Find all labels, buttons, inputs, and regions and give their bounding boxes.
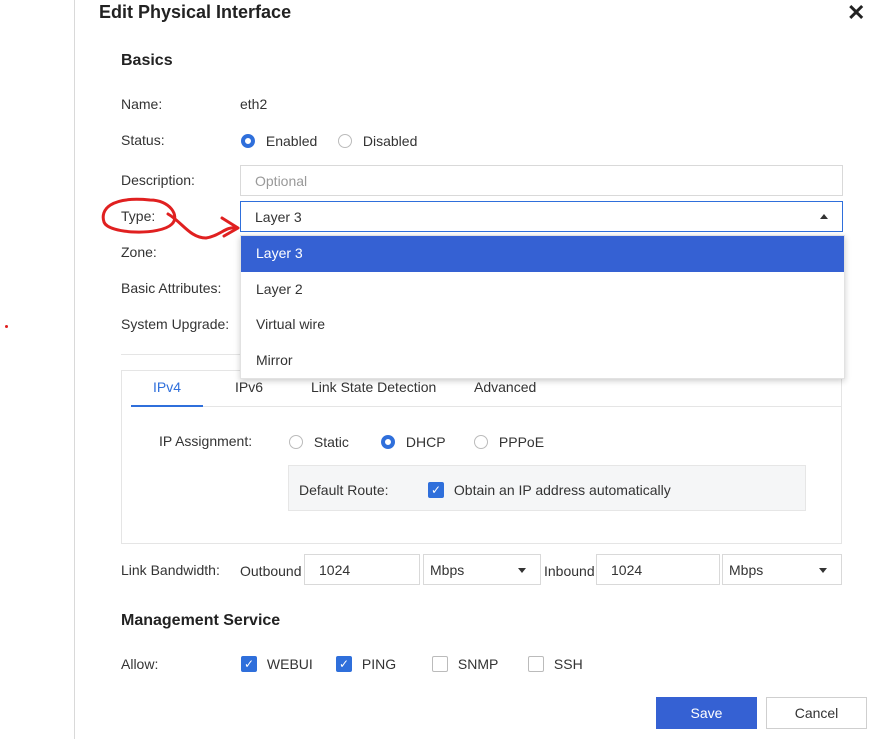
type-option-virtual-wire[interactable]: Virtual wire xyxy=(241,307,844,343)
type-option-layer2[interactable]: Layer 2 xyxy=(241,272,844,308)
type-option-layer3[interactable]: Layer 3 xyxy=(241,236,844,272)
type-dropdown-menu: Layer 3 Layer 2 Virtual wire Mirror xyxy=(240,235,845,379)
annotation-circle xyxy=(101,197,177,234)
type-option-mirror[interactable]: Mirror xyxy=(241,343,844,379)
